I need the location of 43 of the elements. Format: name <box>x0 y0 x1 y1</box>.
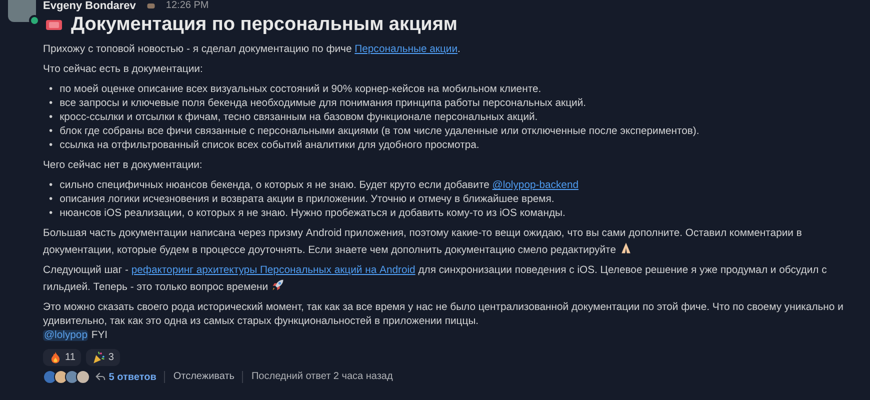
paragraph: Чего сейчас нет в документации: <box>43 159 204 173</box>
paragraph: Что сейчас есть в документации: <box>43 63 204 77</box>
list-bullet: • <box>49 111 53 125</box>
last-reply-time: Последний ответ 2 часа назад <box>251 371 393 383</box>
list-bullet: • <box>49 97 53 111</box>
link[interactable]: @lolypop-backend <box>492 180 579 191</box>
list-bullet: • <box>49 207 53 221</box>
paragraph: Следующий шаг - рефакторинг архитектуры Персональных акций на Android для синхронизации поведения с iOS. Целевое решение я уже продумал и обсудил с гильдией. Теперь - это только вопрос времени <box>43 264 828 295</box>
message-title: Документация по персональным акциям <box>71 13 458 37</box>
replies-link[interactable]: 5 ответов <box>95 370 156 384</box>
list-bullet: • <box>49 83 53 97</box>
fire-icon <box>49 351 62 364</box>
link[interactable]: Персональные акции <box>354 44 458 55</box>
list-item: сильно специфичных нюансов бекенда, о которых я не знаю. Будет круто если добавите @lolypop-backend <box>60 179 579 193</box>
follow-button[interactable]: Отслеживать <box>173 371 234 383</box>
rocket-icon <box>270 278 285 292</box>
party-popper-icon <box>92 351 106 364</box>
avatar[interactable] <box>76 370 90 384</box>
link[interactable]: рефакторинг архитектуры Персональных акций на Android <box>131 265 416 276</box>
list-item: кросс-ссылки и отсылки к фичам, тесно связанным на базовом функционале персональных акций. <box>60 111 538 125</box>
list-item: все запросы и ключевые поля бекенда необходимые для понимания принципа работы персональных акций. <box>60 97 586 111</box>
reply-icon <box>95 370 106 382</box>
timestamp: 12:26 PM <box>166 0 209 12</box>
list-bullet: • <box>49 125 53 139</box>
mention[interactable]: @lolypop <box>43 330 88 341</box>
list-item: блок где собраны все фичи связанные с персональными акциями (в том числе удаленные или отключенные после экспериментов). <box>60 125 700 139</box>
avatar[interactable] <box>54 370 68 384</box>
paragraph: Это можно сказать своего рода исторический момент, так как за все время у нас не было централизованной документации по этой фиче. Что по своему уникально и удивительно, так как это одна из самых старых функциональностей в приложении пиццы. @lolypop FYI <box>43 301 844 343</box>
list-item: нюансов iOS реализации, о которых я не знаю. Нужно пробежаться и добавить кому-то из iOS команды. <box>60 207 566 221</box>
online-status-icon <box>29 15 40 26</box>
ticket-icon <box>43 17 65 33</box>
paragraph: Прихожу с топовой новостью - я сделал документацию по фиче Персональные акции. <box>43 43 462 57</box>
reaction-button[interactable]: 11 <box>43 349 82 366</box>
list-item: по моей оценке описание всех визуальных состояний и 90% корнер-кейсов на мобильном клиенте. <box>60 83 542 97</box>
author-name[interactable]: Evgeny Bondarev <box>43 0 136 12</box>
list-bullet: • <box>49 179 53 193</box>
avatar[interactable] <box>65 370 79 384</box>
list-item: ссылка на отфильтрованный список всех событий аналитики для удобного просмотра. <box>60 139 480 153</box>
reaction-button[interactable]: 3 <box>86 349 120 366</box>
list-bullet: • <box>49 139 53 153</box>
avatar[interactable] <box>43 370 57 384</box>
list-item: описания логики исчезновения и возврата акции в приложении. Уточню и отмечу в ближайшее время. <box>60 193 554 207</box>
list-bullet: • <box>49 193 53 207</box>
